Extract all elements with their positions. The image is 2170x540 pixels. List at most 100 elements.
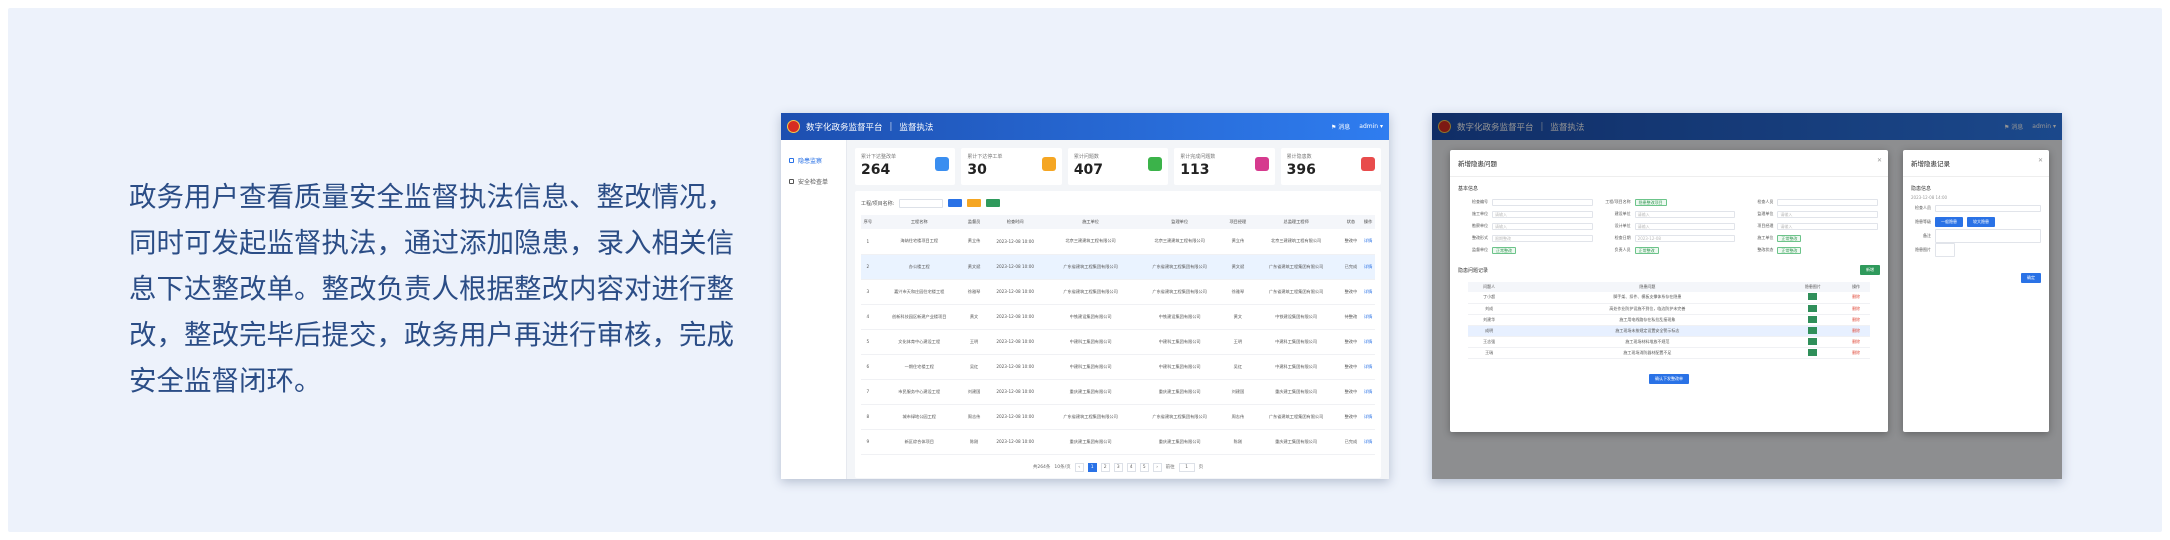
table-row[interactable]: 3 嘉兴市天和庄园住宅楼工程 徐雅琴 2023-12-08 10:00 广东省建筑工程集… <box>861 279 1375 305</box>
hazard-image-thumbnail[interactable] <box>1808 326 1818 334</box>
delete-link[interactable]: 删除 <box>1841 292 1871 304</box>
sidebar-item-hazard[interactable]: 隐患监察 <box>781 150 846 171</box>
table-card: 工程/项目名称: 序号 工程名称 监督员 检查时间 施工单位 监理单位 项目经理 总监理工程师… <box>855 191 1381 478</box>
side-modal-title-text: 新增隐患记录 <box>1911 160 1950 168</box>
page-size-select[interactable]: 10条/页 <box>1054 464 1070 470</box>
search-input[interactable] <box>899 198 944 208</box>
table-cell: 5 <box>861 329 875 355</box>
sidebar-item-checklist[interactable]: 安全检查单 <box>781 171 846 192</box>
hazard-image-thumbnail[interactable] <box>1808 304 1818 312</box>
table-row[interactable]: 4 创新科技园区新建产业楼项目 黄文 2023-12-08 10:00 中铁建设集团有限… <box>861 304 1375 330</box>
form-input[interactable] <box>1777 198 1878 206</box>
detail-link[interactable]: 详情 <box>1361 304 1375 330</box>
close-icon[interactable]: ✕ <box>1877 157 1882 164</box>
detail-link[interactable]: 详情 <box>1361 379 1375 405</box>
detail-link[interactable]: 详情 <box>1361 354 1375 380</box>
table-row[interactable]: 2 办公楼工程 黄文斌 2023-12-08 10:00 广东省建筑工程集团有限公司 广东… <box>861 254 1375 280</box>
page-button[interactable]: 3 <box>1113 462 1123 472</box>
form-input[interactable]: 2023-12-08 <box>1634 234 1736 242</box>
page-button[interactable]: 2 <box>1100 462 1110 472</box>
form-input[interactable]: 请输入 <box>1777 222 1878 230</box>
next-page-icon[interactable]: › <box>1152 462 1162 472</box>
table-row[interactable]: 6 一期住宅楼工程 吴红 2023-12-08 10:00 中建科工集团有限公司 中建科工… <box>861 354 1375 380</box>
image-upload[interactable] <box>1935 243 1955 257</box>
form-input[interactable] <box>1492 198 1593 206</box>
hazard-add-button[interactable]: 新增 <box>1860 265 1880 275</box>
page-button[interactable]: 5 <box>1139 462 1149 472</box>
user-menu[interactable]: admin ▾ <box>1359 123 1383 130</box>
hazard-row[interactable]: 王志强 施工现场材料堆放不规范 删除 <box>1467 336 1871 348</box>
table-row[interactable]: 9 新区综合体项目 陈刚 2023-12-08 10:00 重庆建工集团有限公司 重庆建工… <box>861 429 1375 455</box>
hazard-row[interactable]: 刘成 高处作业防护设施不到位，临边防护未完善 删除 <box>1467 303 1871 315</box>
hazard-row[interactable]: 丁小超 脚手架、扣件、模板支撑体系存在隐患 删除 <box>1467 292 1871 304</box>
hazard-image-thumbnail[interactable] <box>1808 293 1818 301</box>
level-option[interactable]: 一般隐患 <box>1935 217 1963 227</box>
table-cell: 广东省建筑工程集团有限公司 <box>1251 404 1341 430</box>
delete-link[interactable]: 删除 <box>1841 336 1871 348</box>
table-cell: 中建科工集团有限公司 <box>1046 354 1136 380</box>
form-row: 项目经理 请输入 <box>1745 222 1878 230</box>
form-input[interactable]: 请输入 <box>1634 222 1736 230</box>
hazard-image-thumbnail[interactable] <box>1808 337 1818 345</box>
table-cell: 2023-12-08 10:00 <box>984 404 1047 430</box>
table-row[interactable]: 5 文化体育中心建设工程 王明 2023-12-08 10:00 中建科工集团有限公司中… <box>861 329 1375 355</box>
form-row: 整改状态 正常整改 <box>1745 246 1878 254</box>
basic-form: 检查编号 工程/项目名称 隐患整改项目 检查人员 施工单位 请输入 建设单位 请输入 监理单位请… <box>1450 195 1888 257</box>
field-label: 检查人员 <box>1915 205 1931 210</box>
table-cell: 陈刚 <box>963 429 985 455</box>
close-icon[interactable]: ✕ <box>2038 157 2043 164</box>
form-input[interactable]: 请输入 <box>1492 222 1593 230</box>
table-cell: 2023-12-08 10:00 <box>984 254 1047 280</box>
stats-row: 累计下达整改单 264 累计下达停工单 30 累计问题数 407 累计完成问题数 113 累计隐… <box>855 148 1382 185</box>
form-input[interactable]: 请输入 <box>1634 210 1736 218</box>
field-label: 施工单位 <box>1472 211 1488 216</box>
detail-link[interactable]: 详情 <box>1361 329 1375 355</box>
detail-link[interactable]: 详情 <box>1361 229 1375 255</box>
table-row[interactable]: 1 海纳住宅楼项目工程 黄立伟 2023-12-08 10:00 北京三建建筑工程有限公… <box>861 229 1375 255</box>
hazard-row[interactable]: 成明 施工现场未按规定设置安全警示标志 删除 <box>1467 325 1871 337</box>
hazard-row[interactable]: 王瑞 施工现场消防器材配置不足 删除 <box>1467 347 1871 359</box>
inspector-input[interactable] <box>1935 204 2041 212</box>
page-button[interactable]: 4 <box>1126 462 1136 472</box>
table-header-row: 序号 工程名称 监督员 检查时间 施工单位 监理单位 项目经理 总监理工程师 状态 操作 <box>861 215 1375 229</box>
search-bar: 工程/项目名称: <box>861 197 1375 209</box>
level-option[interactable]: 较大隐患 <box>1967 217 1995 227</box>
status-tag: 正常整改 <box>1777 234 1802 242</box>
prev-page-icon[interactable]: ‹ <box>1074 462 1084 472</box>
notice-link[interactable]: ⚑ 消息 <box>1331 122 1350 131</box>
delete-link[interactable]: 删除 <box>1841 325 1871 337</box>
remark-input[interactable] <box>1935 229 2041 243</box>
field-label: 设计单位 <box>1614 223 1631 228</box>
hazard-image-thumbnail[interactable] <box>1808 315 1818 323</box>
table-row[interactable]: 7 市民服务中心建设工程 刘建国 2023-12-08 10:00 重庆建工集团有限公司… <box>861 379 1375 405</box>
delete-link[interactable]: 删除 <box>1841 347 1871 359</box>
detail-link[interactable]: 详情 <box>1361 279 1375 305</box>
submit-rectify-button[interactable]: 确认下发整改单 <box>1649 373 1689 384</box>
add-button[interactable] <box>986 199 1001 207</box>
reset-button[interactable] <box>967 199 982 207</box>
hazard-image-cell <box>1784 314 1842 326</box>
form-input[interactable]: 限期整改 <box>1492 234 1593 242</box>
section-basic: 基本信息 <box>1458 186 1479 192</box>
detail-link[interactable]: 详情 <box>1361 404 1375 430</box>
table-row[interactable]: 8 城市绿地公园工程 周志伟 2023-12-08 10:00 广东省建筑工程集团有限公… <box>861 404 1375 430</box>
modal-title: 新增隐患问题 ✕ <box>1450 150 1888 177</box>
hazard-image-thumbnail[interactable] <box>1808 348 1818 356</box>
form-input[interactable]: 请输入 <box>1777 210 1878 218</box>
confirm-button[interactable]: 确定 <box>2021 273 2041 283</box>
search-button[interactable] <box>948 199 963 207</box>
delete-link[interactable]: 删除 <box>1841 303 1871 315</box>
table-cell: 2023-12-08 10:00 <box>984 429 1047 455</box>
delete-link[interactable]: 删除 <box>1841 314 1871 326</box>
stat-card: 累计完成问题数 113 <box>1174 148 1275 185</box>
page-button[interactable]: 1 <box>1087 462 1097 472</box>
field-label: 工程/项目名称 <box>1605 199 1631 204</box>
detail-link[interactable]: 详情 <box>1361 429 1375 455</box>
form-input[interactable]: 请输入 <box>1492 210 1593 218</box>
jump-input[interactable]: 1 <box>1178 462 1195 472</box>
detail-link[interactable]: 详情 <box>1361 254 1375 280</box>
form-row: 监理单位 请输入 <box>1745 210 1878 218</box>
column-header: 状态 <box>1340 215 1362 229</box>
hazard-issue: 脚手架、扣件、模板支撑体系存在隐患 <box>1510 292 1785 304</box>
hazard-row[interactable]: 刘建华 施工用电线路存在私拉乱接现象 删除 <box>1467 314 1871 326</box>
